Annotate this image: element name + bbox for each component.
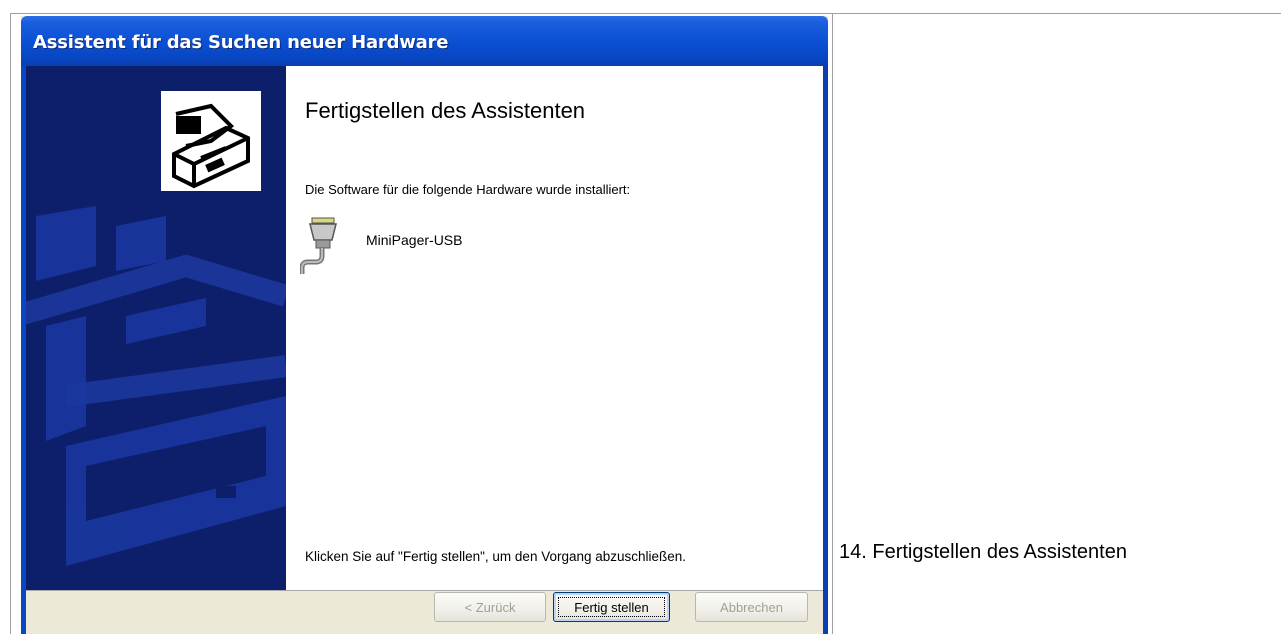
page: Assistent für das Suchen neuer Hardware (0, 0, 1281, 634)
serial-port-icon (300, 217, 337, 274)
install-intro-text: Die Software für die folgende Hardware w… (305, 182, 631, 197)
table-border-divider (832, 13, 833, 634)
cancel-button[interactable]: Abbrechen (695, 592, 808, 622)
window-border-right (823, 66, 828, 634)
finish-button[interactable]: Fertig stellen (553, 592, 670, 622)
cancel-button-label: Abbrechen (720, 599, 783, 615)
wizard-content: Fertigstellen des Assistenten Die Softwa… (286, 66, 823, 590)
table-border-left (10, 13, 11, 634)
window-title: Assistent für das Suchen neuer Hardware (33, 32, 449, 53)
title-bar[interactable]: Assistent für das Suchen neuer Hardware (21, 16, 828, 66)
hardware-banner-graphic (26, 91, 286, 566)
back-button-label: < Zurück (464, 599, 516, 615)
focus-rectangle (558, 597, 665, 617)
wizard-banner (26, 66, 286, 590)
back-button[interactable]: < Zurück (434, 592, 546, 622)
finish-instruction-text: Klicken Sie auf "Fertig stellen", um den… (305, 549, 687, 564)
wizard-window: Assistent für das Suchen neuer Hardware (21, 16, 828, 634)
device-name: MiniPager-USB (366, 232, 463, 248)
step-caption: 14. Fertigstellen des Assistenten (839, 541, 1127, 563)
page-title: Fertigstellen des Assistenten (305, 98, 586, 123)
footer-divider (26, 590, 823, 591)
hardware-wizard-icon (161, 91, 261, 191)
table-border-top (10, 13, 1281, 14)
